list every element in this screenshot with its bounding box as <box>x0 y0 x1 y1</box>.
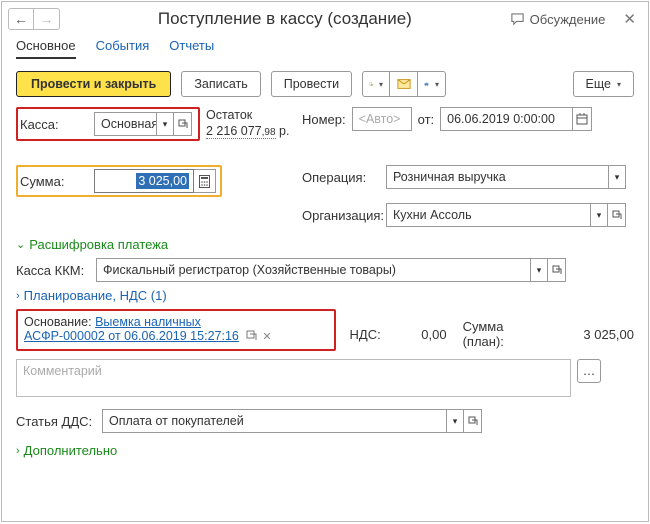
open-icon[interactable] <box>464 409 482 433</box>
save-button[interactable]: Записать <box>181 71 260 97</box>
from-label: от: <box>418 112 435 127</box>
operation-label: Операция: <box>302 170 380 185</box>
chevron-right-icon: › <box>16 445 20 457</box>
plan-value: 3 025,00 <box>554 327 634 342</box>
org-value: Кухни Ассоль <box>386 203 590 227</box>
basis-block: Основание: Выемка наличныхАСФР-000002 от… <box>16 309 336 351</box>
open-icon[interactable] <box>608 203 626 227</box>
action-group: ▾ ▾ <box>362 71 446 97</box>
org-label: Организация: <box>302 208 380 223</box>
operation-value: Розничная выручка <box>386 165 608 189</box>
dds-value: Оплата от покупателей <box>102 409 446 433</box>
section-plan-label: Планирование, НДС (1) <box>24 288 167 303</box>
caret-icon: ▾ <box>379 80 383 89</box>
more-label: Еще <box>586 77 611 91</box>
comment-browse-button[interactable]: … <box>577 359 601 383</box>
balance-value[interactable]: 2 216 077,98 <box>206 124 276 139</box>
comment-input[interactable]: Комментарий <box>16 359 571 397</box>
calendar-button[interactable] <box>572 107 592 131</box>
open-icon[interactable] <box>548 258 566 282</box>
discuss-button[interactable]: Обсуждение <box>510 12 606 27</box>
balance-block: Остаток 2 216 077,98 р. <box>206 107 289 140</box>
nds-value: 0,00 <box>387 327 447 342</box>
kkm-label: Касса ККМ: <box>16 263 90 278</box>
dds-select[interactable]: Оплата от покупателей ▾ <box>102 409 482 433</box>
post-and-close-button[interactable]: Провести и закрыть <box>16 71 171 97</box>
plan-label: Сумма (план): <box>463 319 549 349</box>
doc-plus-icon <box>369 77 373 91</box>
basis-label: Основание: <box>24 315 92 329</box>
dropdown-icon[interactable]: ▾ <box>608 165 626 189</box>
balance-currency: р. <box>279 124 289 138</box>
number-input[interactable]: <Авто> <box>352 107 412 131</box>
kassa-select[interactable]: Основная ▾ <box>94 112 192 136</box>
number-label: Номер: <box>302 112 346 127</box>
balance-label: Остаток <box>206 107 289 123</box>
calculator-button[interactable] <box>194 169 216 193</box>
kassa-label: Касса: <box>20 117 86 132</box>
clear-icon[interactable]: ✕ <box>262 330 271 343</box>
section-payment-toggle[interactable]: ⌄ Расшифровка платежа <box>16 237 634 252</box>
date-input[interactable]: 06.06.2019 0:00:00 <box>440 107 572 131</box>
printer-icon <box>424 77 429 91</box>
dropdown-icon[interactable]: ▾ <box>530 258 548 282</box>
window-title: Поступление в кассу (создание) <box>60 9 510 29</box>
tab-main[interactable]: Основное <box>16 38 76 59</box>
kassa-value: Основная <box>94 112 156 136</box>
dropdown-icon[interactable]: ▾ <box>590 203 608 227</box>
org-select[interactable]: Кухни Ассоль ▾ <box>386 203 626 227</box>
dropdown-icon[interactable]: ▾ <box>446 409 464 433</box>
toolbar: Провести и закрыть Записать Провести ▾ ▾… <box>2 67 648 105</box>
discuss-label: Обсуждение <box>530 12 606 27</box>
create-based-on-button[interactable]: ▾ <box>362 71 390 97</box>
titlebar: ← → Поступление в кассу (создание) Обсуж… <box>2 2 648 36</box>
section-payment-label: Расшифровка платежа <box>29 237 168 252</box>
open-icon[interactable] <box>246 330 258 342</box>
print-button[interactable]: ▾ <box>418 71 446 97</box>
kkm-select[interactable]: Фискальный регистратор (Хозяйственные то… <box>96 258 566 282</box>
caret-icon: ▾ <box>435 80 439 89</box>
calculator-icon <box>199 175 210 188</box>
nav-forward-button: → <box>34 8 60 30</box>
dropdown-icon[interactable]: ▾ <box>156 112 174 136</box>
sum-value: 3 025,00 <box>136 173 189 189</box>
envelope-icon <box>397 78 411 90</box>
caret-icon: ▾ <box>617 80 621 89</box>
operation-select[interactable]: Розничная выручка ▾ <box>386 165 626 189</box>
mail-button[interactable] <box>390 71 418 97</box>
nav-back-button[interactable]: ← <box>8 8 34 30</box>
chevron-right-icon: › <box>16 290 20 302</box>
calendar-icon <box>576 113 588 125</box>
sum-label: Сумма: <box>20 174 86 189</box>
section-more-toggle[interactable]: › Дополнительно <box>16 443 634 458</box>
tab-reports[interactable]: Отчеты <box>169 38 214 59</box>
chevron-down-icon: ⌄ <box>16 238 25 251</box>
chat-icon <box>510 12 525 27</box>
kkm-value: Фискальный регистратор (Хозяйственные то… <box>96 258 530 282</box>
close-button[interactable]: ✕ <box>619 10 640 28</box>
more-button[interactable]: Еще ▾ <box>573 71 634 97</box>
dds-label: Статья ДДС: <box>16 414 96 429</box>
tab-events[interactable]: События <box>96 38 150 59</box>
post-button[interactable]: Провести <box>271 71 352 97</box>
comment-placeholder: Комментарий <box>23 364 102 378</box>
open-icon[interactable] <box>174 112 192 136</box>
tabs: Основное События Отчеты <box>2 36 648 67</box>
section-more-label: Дополнительно <box>24 443 118 458</box>
sum-input[interactable]: 3 025,00 <box>94 169 194 193</box>
section-plan-toggle[interactable]: › Планирование, НДС (1) <box>16 288 634 303</box>
nds-label: НДС: <box>350 327 381 342</box>
